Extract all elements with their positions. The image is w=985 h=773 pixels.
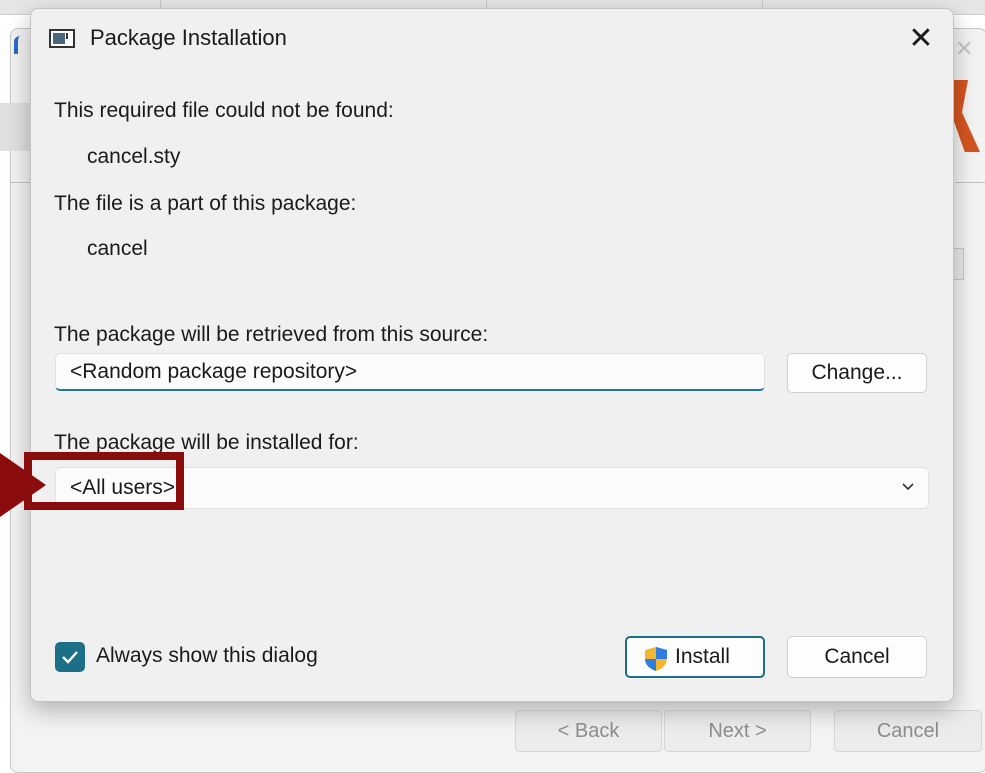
background-cancel-button: Cancel xyxy=(834,710,982,752)
always-show-label: Always show this dialog xyxy=(96,644,318,667)
background-next-button: Next > xyxy=(664,710,811,752)
cancel-button[interactable]: Cancel xyxy=(787,636,927,678)
always-show-checkbox[interactable] xyxy=(55,642,85,672)
source-field[interactable]: <Random package repository> xyxy=(55,353,765,391)
package-label: The file is a part of this package: xyxy=(54,192,357,215)
install-button[interactable]: Install xyxy=(625,636,765,678)
missing-file-name: cancel.sty xyxy=(87,145,181,168)
close-button[interactable]: ✕ xyxy=(899,19,943,59)
dialog-title: Package Installation xyxy=(90,25,287,50)
chevron-down-icon xyxy=(902,483,914,491)
background-back-button: < Back xyxy=(515,710,662,752)
install-for-label: The package will be installed for: xyxy=(54,431,359,454)
missing-file-label: This required file could not be found: xyxy=(54,99,394,122)
install-button-label: Install xyxy=(675,645,730,668)
change-button[interactable]: Change... xyxy=(787,353,927,393)
background-divider xyxy=(955,182,985,183)
package-name: cancel xyxy=(87,237,148,260)
checkmark-icon xyxy=(62,651,78,664)
install-for-dropdown[interactable]: <All users> xyxy=(55,467,929,509)
uac-shield-icon xyxy=(645,647,667,671)
source-label: The package will be retrieved from this … xyxy=(54,323,489,346)
window-icon xyxy=(49,29,75,48)
install-for-value: <All users> xyxy=(70,476,176,499)
package-installation-dialog: Package Installation ✕ This required fil… xyxy=(30,8,954,702)
background-close-icon: ✕ xyxy=(955,36,974,61)
close-icon: ✕ xyxy=(908,22,934,55)
annotation-arrow xyxy=(0,453,46,517)
